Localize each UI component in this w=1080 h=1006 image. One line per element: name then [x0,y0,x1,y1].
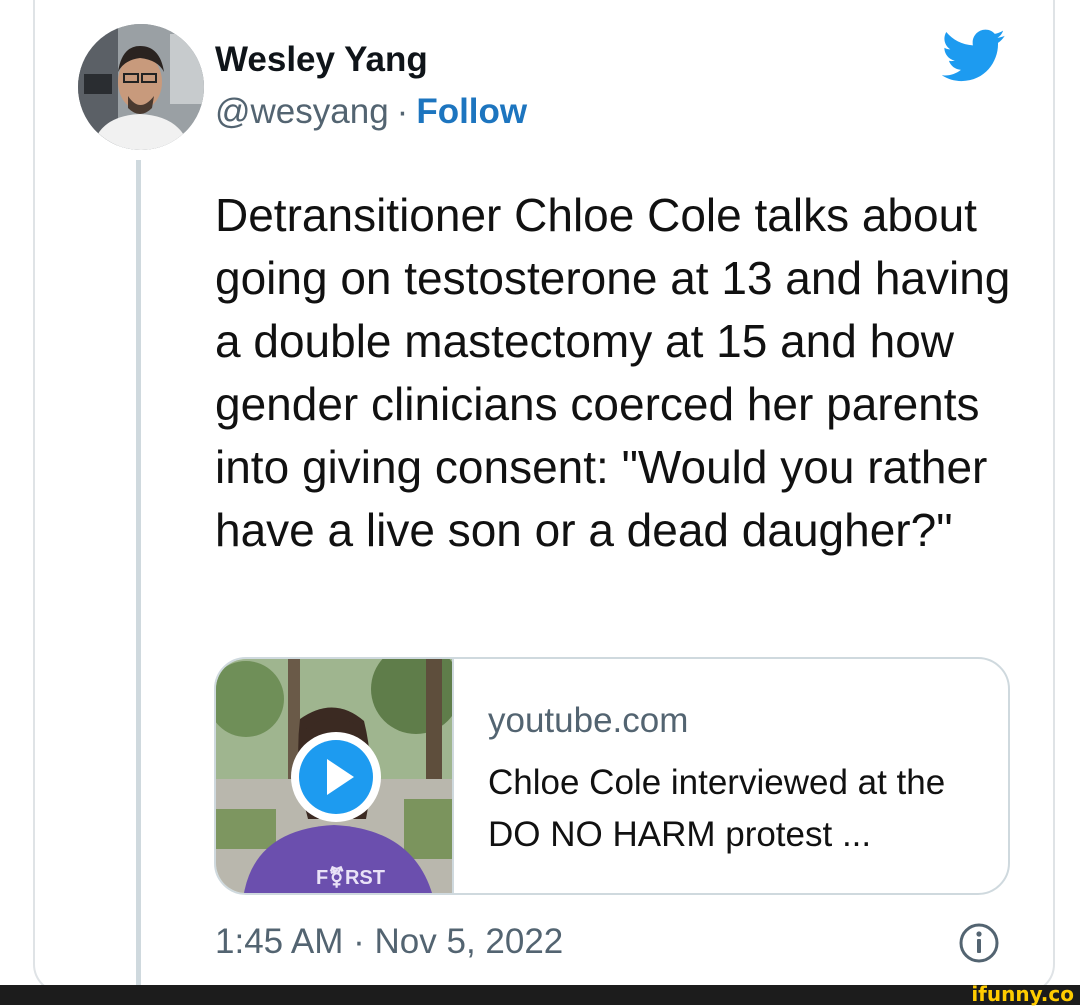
separator-dot: · [396,92,409,131]
thread-line [136,160,141,985]
tweet-text: Detransitioner Chloe Cole talks about go… [215,189,1011,556]
play-icon[interactable] [288,729,384,825]
link-domain: youtube.com [488,701,689,740]
avatar-photo [78,24,204,150]
info-icon[interactable] [958,922,1000,964]
watermark: ifunny.co [971,982,1074,1006]
link-title[interactable]: Chloe Cole interviewed at the DO NO HARM… [488,757,988,861]
author-handle[interactable]: @wesyang [215,92,389,131]
author-name[interactable]: Wesley Yang [215,40,428,80]
author-avatar[interactable] [78,24,204,150]
tweet-timestamp[interactable]: 1:45 AM · Nov 5, 2022 [215,922,563,962]
link-preview-card[interactable]: F⚧RST youtube.com Chloe Cole interviewed… [214,657,1010,895]
follow-button[interactable]: Follow [416,92,527,131]
twitter-bird-icon[interactable] [942,28,1006,84]
video-thumbnail[interactable]: F⚧RST [216,659,452,893]
footer-bar [0,985,1080,1005]
author-handle-line: @wesyang · Follow [215,92,527,132]
card-divider [452,659,454,893]
thumbnail-shirt-text: F⚧RST [316,865,385,889]
